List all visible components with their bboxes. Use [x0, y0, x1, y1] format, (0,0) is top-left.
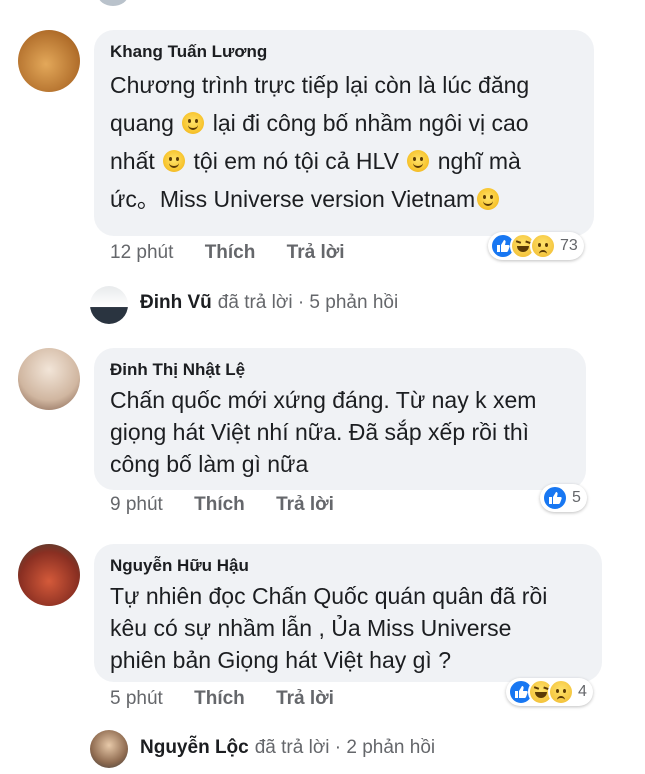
- avatar[interactable]: [18, 348, 80, 410]
- reaction-count: 4: [578, 683, 587, 700]
- smile-emoji-icon: [477, 188, 500, 210]
- timestamp[interactable]: 12 phút: [110, 242, 173, 263]
- smile-emoji-icon: [182, 112, 205, 134]
- sad-reaction-icon: [548, 679, 574, 705]
- reaction-count: 5: [572, 489, 581, 506]
- like-reaction-icon: [542, 485, 568, 511]
- comment-text: Chấn quốc mới xứng đáng. Từ nay k xem gi…: [110, 387, 537, 477]
- comment-meta: 9 phút Thích Trả lời: [110, 494, 360, 516]
- replies-link[interactable]: Nguyễn Lộc đã trả lời · 2 phản hồi: [140, 737, 435, 759]
- comment-bubble: Đinh Thị Nhật Lệ Chấn quốc mới xứng đáng…: [94, 348, 586, 490]
- avatar[interactable]: [18, 30, 80, 92]
- like-button[interactable]: Thích: [194, 494, 245, 515]
- avatar[interactable]: [90, 286, 128, 324]
- comment-meta: 12 phút Thích Trả lời: [110, 242, 371, 264]
- avatar[interactable]: [90, 730, 128, 768]
- comment-author[interactable]: Khang Tuấn Lương: [110, 42, 578, 62]
- comment-author[interactable]: Đinh Thị Nhật Lệ: [110, 360, 570, 380]
- avatar[interactable]: [98, 0, 128, 6]
- comment-meta: 5 phút Thích Trả lời: [110, 688, 360, 710]
- comment-author[interactable]: Nguyễn Hữu Hậu: [110, 556, 586, 576]
- reply-button[interactable]: Trả lời: [287, 242, 345, 263]
- timestamp[interactable]: 5 phút: [110, 688, 163, 709]
- reaction-summary[interactable]: 4: [506, 678, 593, 706]
- smile-emoji-icon: [407, 150, 430, 172]
- timestamp[interactable]: 9 phút: [110, 494, 163, 515]
- like-button[interactable]: Thích: [194, 688, 245, 709]
- smile-emoji-icon: [163, 150, 186, 172]
- avatar[interactable]: [18, 544, 80, 606]
- comment-bubble: Khang Tuấn Lương Chương trình trực tiếp …: [94, 30, 594, 236]
- reaction-count: 73: [560, 237, 578, 254]
- reply-button[interactable]: Trả lời: [276, 688, 334, 709]
- replies-link[interactable]: Đinh Vũ đã trả lời · 5 phản hồi: [140, 292, 398, 314]
- reaction-summary[interactable]: 73: [488, 232, 584, 260]
- like-button[interactable]: Thích: [205, 242, 256, 263]
- comment-text: Tự nhiên đọc Chấn Quốc quán quân đã rồi …: [110, 583, 548, 673]
- comment-text: Chương trình trực tiếp lại còn là lúc đă…: [110, 72, 530, 212]
- comment-bubble: Nguyễn Hữu Hậu Tự nhiên đọc Chấn Quốc qu…: [94, 544, 602, 682]
- sad-reaction-icon: [530, 233, 556, 259]
- reply-button[interactable]: Trả lời: [276, 494, 334, 515]
- reaction-summary[interactable]: 5: [540, 484, 587, 512]
